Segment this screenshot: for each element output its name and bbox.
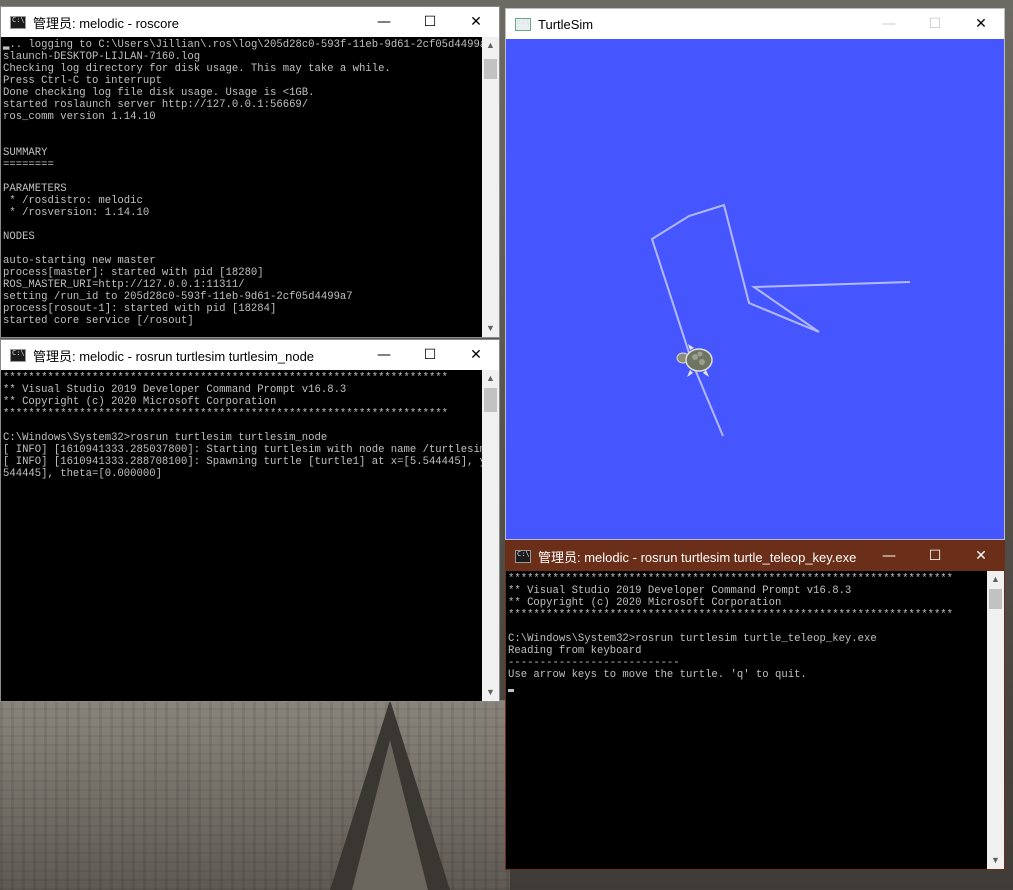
console-line: PARAMETERS [3, 183, 67, 195]
scroll-up-arrow-icon[interactable]: ▲ [482, 37, 499, 54]
turtle-icon [673, 340, 719, 385]
console-line: started roslaunch server http://127.0.0.… [3, 99, 309, 111]
turtlesim-canvas[interactable] [506, 39, 1004, 539]
close-icon[interactable]: ✕ [958, 541, 1004, 571]
scrollbar-thumb[interactable] [484, 388, 497, 412]
turtlesim-window[interactable]: TurtleSim — ☐ ✕ [505, 8, 1005, 540]
scroll-down-arrow-icon[interactable]: ▼ [482, 320, 499, 337]
console-line: process[master]: started with pid [18280… [3, 267, 264, 279]
console-line: C:\Windows\System32>rosrun turtlesim tur… [508, 633, 877, 645]
console-line: ****************************************… [508, 609, 954, 621]
console-output[interactable]: ▂.. logging to C:\Users\Jillian\.ros\log… [1, 37, 482, 337]
turtlesim-titlebar[interactable]: TurtleSim — ☐ ✕ [506, 9, 1004, 39]
console-cursor-line [508, 681, 987, 693]
text-cursor [508, 689, 514, 692]
teleop-window[interactable]: 管理员: melodic - rosrun turtlesim turtle_t… [505, 540, 1005, 870]
scroll-up-arrow-icon[interactable]: ▲ [482, 370, 499, 387]
console-line: started core service [/rosout] [3, 315, 194, 327]
console-line: setting /run_id to 205d28c0-593f-11eb-9d… [3, 291, 353, 303]
console-line: 544445], theta=[0.000000] [3, 468, 162, 480]
scroll-down-arrow-icon[interactable]: ▼ [482, 684, 499, 701]
window-title: TurtleSim [538, 16, 594, 32]
vertical-scrollbar[interactable]: ▲ ▼ [987, 571, 1004, 869]
scrollbar-thumb[interactable] [484, 59, 497, 79]
minimize-icon[interactable]: — [866, 9, 912, 39]
turtle-trail [650, 203, 911, 437]
console-line: ros_comm version 1.14.10 [3, 111, 156, 123]
console-line: ****************************************… [508, 573, 954, 585]
console-output[interactable]: ****************************************… [506, 571, 987, 869]
console-line: ROS_MASTER_URI=http://127.0.0.1:11311/ [3, 279, 245, 291]
turtlesim-app-icon [515, 17, 531, 31]
scroll-down-arrow-icon[interactable]: ▼ [987, 852, 1004, 869]
console-line: ▂.. logging to C:\Users\Jillian\.ros\log… [3, 39, 482, 51]
turtlesim-node-window[interactable]: 管理员: melodic - rosrun turtlesim turtlesi… [0, 339, 500, 702]
console-line: [ INFO] [1610941333.285037800]: Starting… [3, 444, 482, 456]
console-line: SUMMARY [3, 147, 48, 159]
console-line: auto-starting new master [3, 255, 156, 267]
close-icon[interactable]: ✕ [453, 340, 499, 370]
console-line: process[rosout-1]: started with pid [182… [3, 303, 277, 315]
maximize-icon[interactable]: ☐ [912, 9, 958, 39]
minimize-icon[interactable]: — [361, 7, 407, 37]
console-line: ** Visual Studio 2019 Developer Command … [508, 585, 852, 597]
console-app-icon [10, 15, 26, 29]
console-app-icon [515, 549, 531, 563]
console-line: ** Visual Studio 2019 Developer Command … [3, 384, 347, 396]
console-line: * /rosversion: 1.14.10 [3, 207, 150, 219]
roscore-titlebar[interactable]: 管理员: melodic - roscore — ☐ ✕ [1, 7, 499, 37]
console-line: --------------------------- [508, 657, 680, 669]
wallpaper-spire-light [352, 740, 428, 890]
minimize-icon[interactable]: — [361, 340, 407, 370]
maximize-icon[interactable]: ☐ [407, 340, 453, 370]
turtlesim-node-titlebar[interactable]: 管理员: melodic - rosrun turtlesim turtlesi… [1, 340, 499, 370]
console-line: ****************************************… [3, 372, 449, 384]
console-app-icon [10, 348, 26, 362]
console-line: ** Copyright (c) 2020 Microsoft Corporat… [508, 597, 782, 609]
console-line: * /rosdistro: melodic [3, 195, 143, 207]
console-line: NODES [3, 231, 35, 243]
minimize-icon[interactable]: — [866, 541, 912, 571]
maximize-icon[interactable]: ☐ [912, 541, 958, 571]
close-icon[interactable]: ✕ [958, 9, 1004, 39]
console-line: [ INFO] [1610941333.288708100]: Spawning… [3, 456, 482, 468]
vertical-scrollbar[interactable]: ▲ ▼ [482, 370, 499, 701]
console-line: Press Ctrl-C to interrupt [3, 75, 162, 87]
console-line: Use arrow keys to move the turtle. 'q' t… [508, 669, 807, 681]
console-line: Reading from keyboard [508, 645, 642, 657]
maximize-icon[interactable]: ☐ [407, 7, 453, 37]
vertical-scrollbar[interactable]: ▲ ▼ [482, 37, 499, 337]
close-icon[interactable]: ✕ [453, 7, 499, 37]
console-line: Checking log directory for disk usage. T… [3, 63, 391, 75]
console-line: ****************************************… [3, 408, 449, 420]
console-line: C:\Windows\System32>rosrun turtlesim tur… [3, 432, 328, 444]
roscore-window[interactable]: 管理员: melodic - roscore — ☐ ✕ ▂.. logging… [0, 6, 500, 338]
console-line: ======== [3, 159, 54, 171]
console-line: slaunch-DESKTOP-LIJLAN-7160.log [3, 51, 201, 63]
console-output[interactable]: ****************************************… [1, 370, 482, 701]
scrollbar-thumb[interactable] [989, 589, 1002, 609]
teleop-titlebar[interactable]: 管理员: melodic - rosrun turtlesim turtle_t… [506, 541, 1004, 571]
window-title: 管理员: melodic - roscore [33, 15, 179, 31]
console-line: Done checking log file disk usage. Usage… [3, 87, 315, 99]
window-title: 管理员: melodic - rosrun turtlesim turtle_t… [538, 549, 857, 565]
console-line: ** Copyright (c) 2020 Microsoft Corporat… [3, 396, 277, 408]
scroll-up-arrow-icon[interactable]: ▲ [987, 571, 1004, 588]
window-title: 管理员: melodic - rosrun turtlesim turtlesi… [33, 348, 315, 364]
